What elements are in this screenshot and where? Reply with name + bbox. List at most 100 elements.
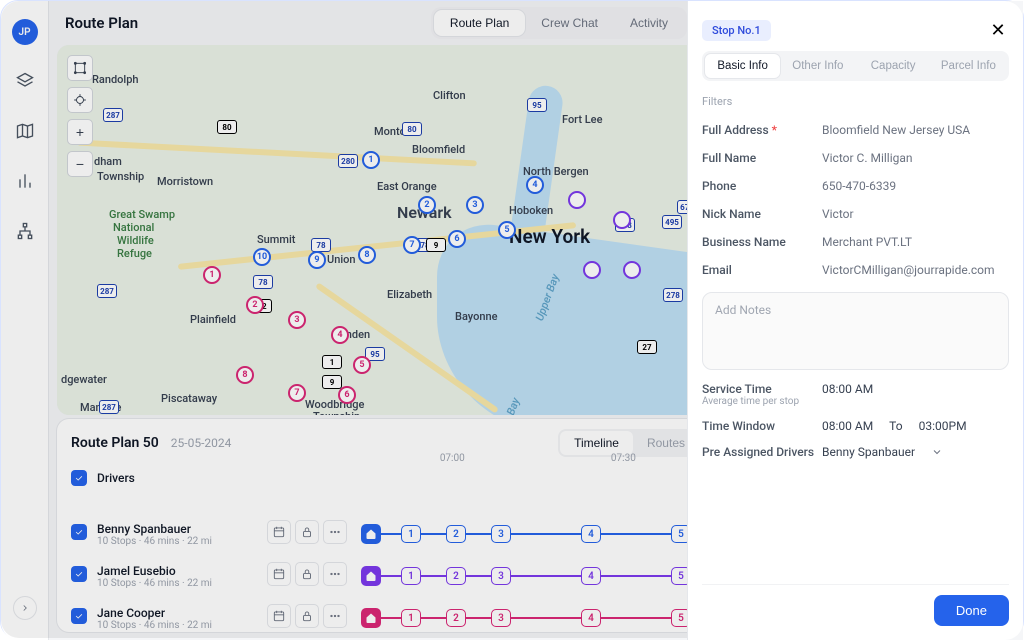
map-locate-button[interactable] xyxy=(67,87,93,113)
map-stop-pin[interactable]: 1 xyxy=(362,151,380,169)
pre-assigned-dropdown[interactable]: Benny Spanbauer xyxy=(822,445,1009,459)
driver-name: Jamel Eusebio xyxy=(97,564,241,578)
map-stop-pin[interactable]: 8 xyxy=(358,246,376,264)
calendar-icon[interactable] xyxy=(267,562,291,586)
map-zoom-in[interactable]: + xyxy=(67,119,93,145)
map-stop-pin[interactable] xyxy=(613,211,631,229)
map-label: Bloomfield xyxy=(412,143,465,156)
home-icon[interactable] xyxy=(361,566,381,586)
map-stop-pin[interactable]: 2 xyxy=(418,196,436,214)
info-value[interactable]: Victor C. Milligan xyxy=(822,151,1009,165)
info-label: Full Name xyxy=(702,151,822,165)
header-tab-route-plan[interactable]: Route Plan xyxy=(434,10,525,36)
timeline-stop[interactable]: 4 xyxy=(581,567,601,585)
route-shield: 9 xyxy=(322,375,342,389)
layers-icon[interactable] xyxy=(8,67,42,95)
header-tab-crew-chat[interactable]: Crew Chat xyxy=(525,10,614,36)
map-stop-pin[interactable]: 7 xyxy=(403,236,421,254)
timeline-stop[interactable]: 1 xyxy=(401,525,421,543)
map-stop-pin[interactable]: 2 xyxy=(246,296,264,314)
chart-icon[interactable] xyxy=(8,167,42,195)
tab-parcel-info[interactable]: Parcel Info xyxy=(931,54,1006,78)
timeline-stop[interactable]: 1 xyxy=(401,609,421,627)
map-icon[interactable] xyxy=(8,117,42,145)
map-stop-pin[interactable] xyxy=(568,191,586,209)
map-stop-pin[interactable]: 7 xyxy=(288,384,306,402)
more-icon[interactable] xyxy=(323,604,347,628)
map-stop-pin[interactable]: 3 xyxy=(288,311,306,329)
home-icon[interactable] xyxy=(361,524,381,544)
map-stop-pin[interactable]: 6 xyxy=(448,230,466,248)
plan-title: Route Plan 50 xyxy=(71,435,159,451)
done-button[interactable]: Done xyxy=(934,595,1009,626)
route-shield: 80 xyxy=(402,122,422,136)
info-value[interactable]: Merchant PVT.LT xyxy=(822,235,1009,249)
info-label: Full Address* xyxy=(702,123,822,137)
info-value[interactable]: VictorCMilligan@jourrapide.com xyxy=(822,263,1009,277)
org-icon[interactable] xyxy=(8,217,42,245)
header-tabs: Route Plan Crew Chat Activity xyxy=(431,7,687,39)
home-icon[interactable] xyxy=(361,608,381,628)
map-stop-pin[interactable]: 5 xyxy=(498,221,516,239)
map-stop-pin[interactable]: 1 xyxy=(203,266,221,284)
info-value[interactable]: Bloomfield New Jersey USA xyxy=(822,123,1009,137)
info-row: Nick NameVictor xyxy=(702,200,1009,228)
map-label: Randolph xyxy=(92,73,139,86)
panel-tabs: Basic Info Other Info Capacity Parcel In… xyxy=(702,51,1009,81)
timeline-stop[interactable]: 3 xyxy=(491,609,511,627)
timeline-stop[interactable]: 3 xyxy=(491,567,511,585)
lock-icon[interactable] xyxy=(295,562,319,586)
route-shield: 80 xyxy=(217,120,237,134)
tab-capacity[interactable]: Capacity xyxy=(856,54,931,78)
info-row: EmailVictorCMilligan@jourrapide.com xyxy=(702,256,1009,284)
map-select-tool[interactable] xyxy=(67,55,93,81)
driver-info: Jane Cooper 10 Stops · 46 mins · 22 mi xyxy=(71,606,241,631)
header-tab-activity[interactable]: Activity xyxy=(614,10,684,36)
route-shield: 27 xyxy=(637,340,657,354)
calendar-icon[interactable] xyxy=(267,520,291,544)
map-stop-pin[interactable]: 9 xyxy=(308,251,326,269)
map-label: National xyxy=(113,221,154,234)
tab-timeline[interactable]: Timeline xyxy=(560,431,633,455)
user-avatar[interactable]: JP xyxy=(12,19,38,45)
info-value[interactable]: 650-470-6339 xyxy=(822,179,1009,193)
tab-other-info[interactable]: Other Info xyxy=(780,54,855,78)
stop-badge: Stop No.1 xyxy=(702,20,771,41)
lock-icon[interactable] xyxy=(295,604,319,628)
close-icon[interactable]: ✕ xyxy=(987,19,1009,41)
timeline-stop[interactable]: 1 xyxy=(401,567,421,585)
map-stop-pin[interactable] xyxy=(623,261,641,279)
tab-basic-info[interactable]: Basic Info xyxy=(705,54,780,78)
notes-input[interactable] xyxy=(702,292,1009,370)
route-shield: 287 xyxy=(97,284,117,298)
map-stop-pin[interactable]: 10 xyxy=(253,248,271,266)
map-label: Great Swamp xyxy=(109,208,175,221)
info-row: Phone650-470-6339 xyxy=(702,172,1009,200)
service-time-value: 08:00 AM xyxy=(822,382,1009,396)
map-label: Refuge xyxy=(117,247,152,260)
timeline-stop[interactable]: 3 xyxy=(491,525,511,543)
timeline-stop[interactable]: 4 xyxy=(581,609,601,627)
map-stop-pin[interactable]: 5 xyxy=(353,356,371,374)
map-stop-pin[interactable]: 6 xyxy=(338,386,356,404)
map-stop-pin[interactable]: 4 xyxy=(526,176,544,194)
driver-info: Benny Spanbauer 10 Stops · 46 mins · 22 … xyxy=(71,522,241,547)
map-stop-pin[interactable]: 4 xyxy=(331,326,349,344)
timeline-stop[interactable]: 2 xyxy=(446,567,466,585)
timeline-stop[interactable]: 2 xyxy=(446,525,466,543)
map-label: Bayonne xyxy=(455,310,497,323)
all-drivers-checkbox[interactable] xyxy=(71,470,87,486)
map-controls: + − xyxy=(67,55,93,177)
info-value[interactable]: Victor xyxy=(822,207,1009,221)
expand-sidebar-button[interactable] xyxy=(13,596,37,620)
timeline-stop[interactable]: 4 xyxy=(581,525,601,543)
lock-icon[interactable] xyxy=(295,520,319,544)
more-icon[interactable] xyxy=(323,562,347,586)
map-zoom-out[interactable]: − xyxy=(67,151,93,177)
calendar-icon[interactable] xyxy=(267,604,291,628)
map-stop-pin[interactable] xyxy=(583,261,601,279)
timeline-stop[interactable]: 2 xyxy=(446,609,466,627)
more-icon[interactable] xyxy=(323,520,347,544)
map-stop-pin[interactable]: 3 xyxy=(466,196,484,214)
map-stop-pin[interactable]: 8 xyxy=(236,366,254,384)
